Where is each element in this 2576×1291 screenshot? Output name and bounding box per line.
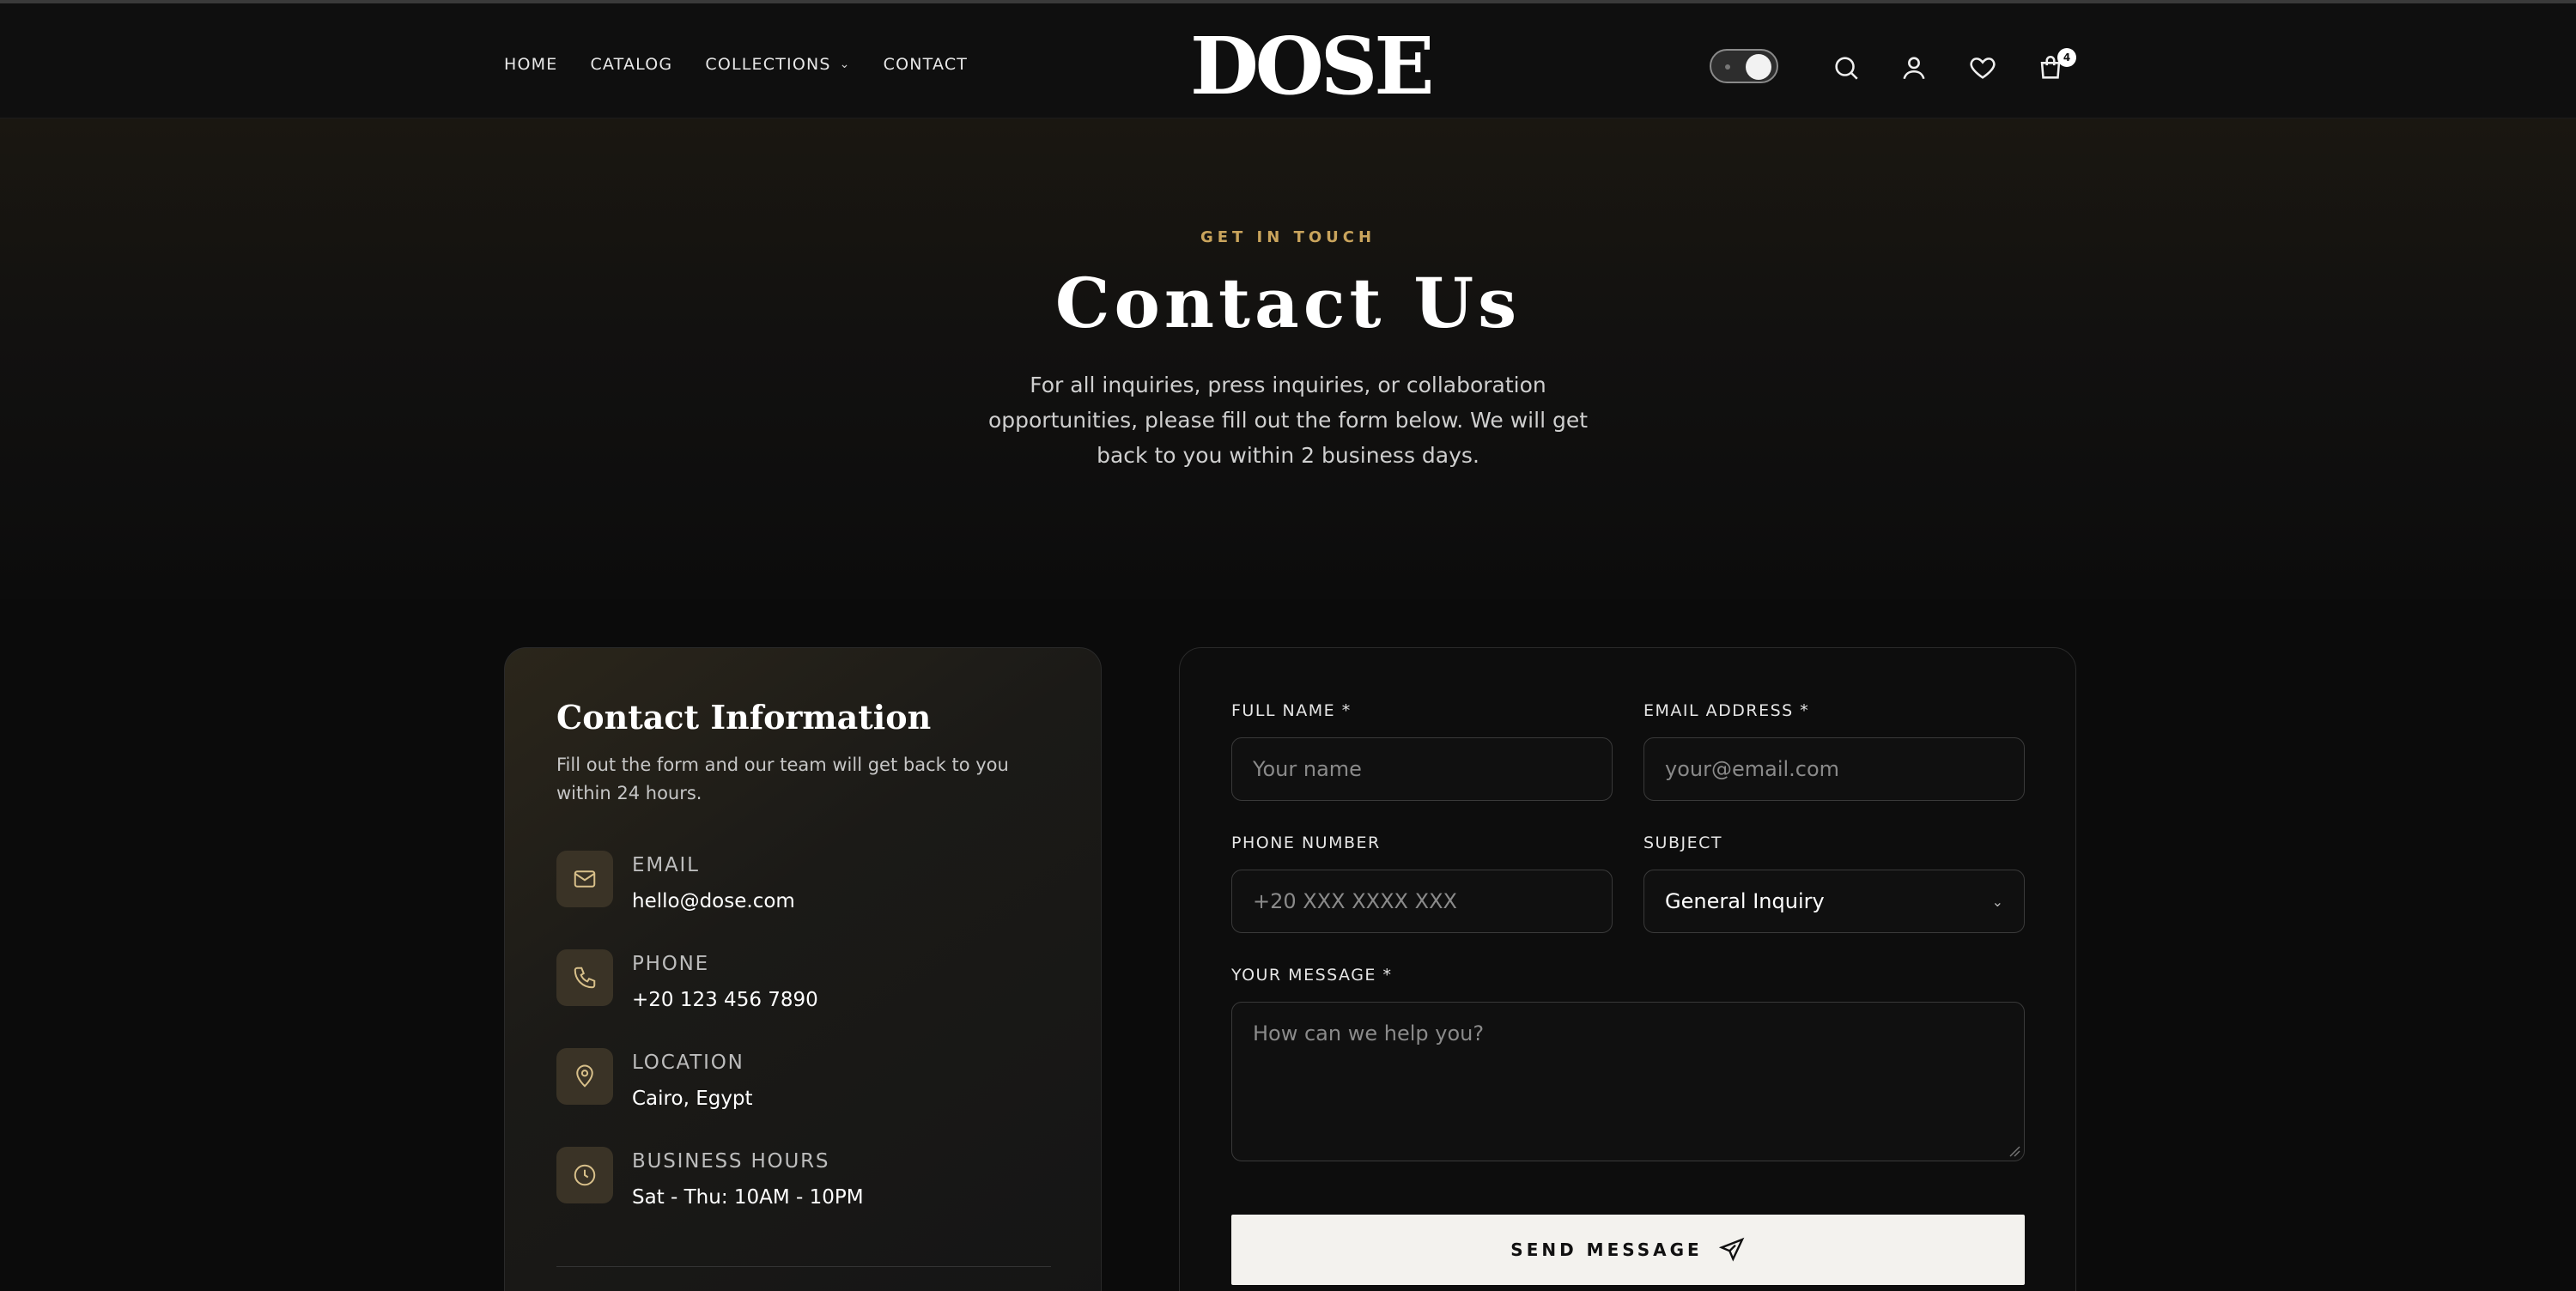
site-logo[interactable]: DOSE	[1190, 20, 1434, 112]
logo-text: DOSE	[1190, 20, 1434, 112]
heart-icon[interactable]	[1968, 53, 1997, 82]
nav-home-label: HOME	[504, 55, 558, 74]
mail-icon	[556, 851, 613, 907]
send-message-button[interactable]: SEND MESSAGE	[1231, 1215, 2025, 1285]
phone-icon	[556, 949, 613, 1006]
nav-home[interactable]: HOME	[504, 55, 557, 74]
resize-handle-icon[interactable]	[2008, 1145, 2020, 1157]
info-item-email: EMAIL hello@dose.com	[556, 851, 1054, 912]
info-item-hours: BUSINESS HOURS Sat - Thu: 10AM - 10PM	[556, 1147, 1054, 1209]
location-pin-icon	[556, 1048, 613, 1105]
subject-select[interactable]: General Inquiry ⌄	[1643, 870, 2025, 933]
toggle-indicator	[1725, 64, 1730, 70]
nav-catalog[interactable]: CATALOG	[590, 55, 672, 74]
user-icon[interactable]	[1899, 53, 1929, 82]
phone-number-input[interactable]: +20 XXX XXXX XXX	[1231, 870, 1613, 933]
subject-value: General Inquiry	[1665, 889, 1825, 913]
page-title: Contact Us	[1054, 263, 1522, 343]
info-label: BUSINESS HOURS	[632, 1150, 830, 1173]
nav-contact[interactable]: CONTACT	[884, 55, 969, 74]
subject-label: SUBJECT	[1643, 833, 1722, 852]
chevron-down-icon: ⌄	[1991, 893, 2003, 910]
full-name-placeholder: Your name	[1253, 757, 1362, 781]
nav-collections[interactable]: COLLECTIONS ⌄	[705, 55, 850, 74]
info-label: PHONE	[632, 953, 710, 975]
email-address-label: EMAIL ADDRESS *	[1643, 701, 1810, 720]
contact-info-title: Contact Information	[556, 698, 932, 736]
info-value: Cairo, Egypt	[632, 1088, 753, 1110]
nav-catalog-label: CATALOG	[590, 55, 673, 74]
info-value: Sat - Thu: 10AM - 10PM	[632, 1186, 864, 1209]
send-icon	[1718, 1237, 1745, 1262]
email-field[interactable]: your@email.com	[1643, 737, 2025, 801]
email-placeholder: your@email.com	[1665, 757, 1840, 781]
info-label: LOCATION	[632, 1052, 744, 1074]
cart-count-badge: 4	[2057, 48, 2076, 67]
contact-info-card: Contact Information Fill out the form an…	[504, 647, 1102, 1291]
contact-info-subtitle: Fill out the form and our team will get …	[556, 755, 1009, 803]
full-name-label: FULL NAME *	[1231, 701, 1352, 720]
hero-subtitle: For all inquiries, press inquiries, or c…	[987, 373, 1589, 468]
theme-toggle[interactable]	[1710, 49, 1778, 83]
phone-number-label: PHONE NUMBER	[1231, 833, 1381, 852]
hero-eyebrow: GET IN TOUCH	[1200, 228, 1376, 246]
site-header: HOME CATALOG COLLECTIONS ⌄ CONTACT DOSE 4	[0, 3, 2576, 118]
message-placeholder: How can we help you?	[1253, 1021, 1485, 1046]
message-label: YOUR MESSAGE *	[1231, 966, 1393, 985]
toggle-knob	[1746, 54, 1771, 80]
clock-icon	[556, 1147, 613, 1203]
chevron-down-icon: ⌄	[839, 58, 851, 71]
nav-collections-label: COLLECTIONS	[705, 55, 831, 74]
info-label: EMAIL	[632, 854, 700, 876]
info-value: +20 123 456 7890	[632, 989, 818, 1011]
info-item-location: LOCATION Cairo, Egypt	[556, 1048, 1054, 1110]
nav-contact-label: CONTACT	[883, 55, 969, 74]
phone-placeholder: +20 XXX XXXX XXX	[1253, 889, 1457, 913]
message-textarea[interactable]: How can we help you?	[1231, 1002, 2025, 1161]
main-nav: HOME CATALOG COLLECTIONS ⌄ CONTACT	[504, 55, 968, 74]
full-name-input[interactable]: Your name	[1231, 737, 1613, 801]
info-divider	[556, 1266, 1051, 1267]
contact-form-card: FULL NAME * Your name EMAIL ADDRESS * yo…	[1179, 647, 2076, 1291]
hero-section	[0, 118, 2576, 599]
info-item-phone: PHONE +20 123 456 7890	[556, 949, 1054, 1011]
search-icon[interactable]	[1832, 53, 1861, 82]
info-value: hello@dose.com	[632, 890, 795, 912]
send-message-label: SEND MESSAGE	[1510, 1239, 1703, 1260]
